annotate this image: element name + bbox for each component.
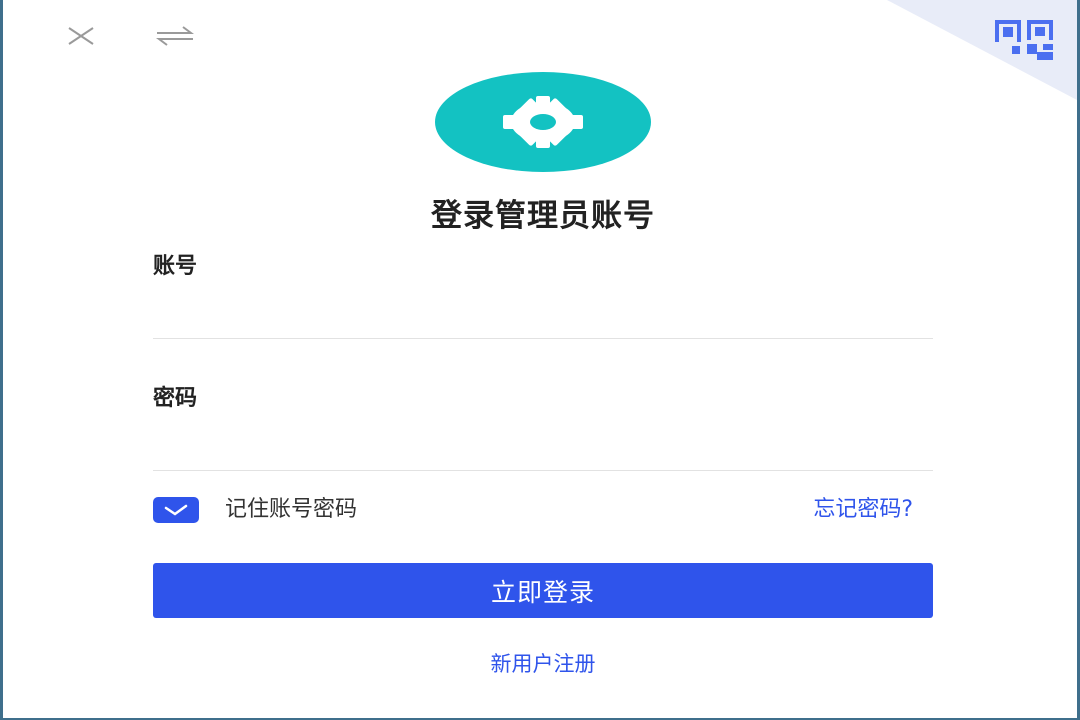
forgot-password-link[interactable]: 忘记密码? [813,494,913,526]
qr-login-toggle[interactable] [887,0,1077,100]
remember-label: 记住账号密码 [225,497,358,522]
gear-icon [503,96,583,148]
password-input[interactable] [153,430,933,471]
swap-arrows-icon [156,26,194,46]
close-icon [68,27,94,45]
account-input[interactable] [153,298,933,339]
register-link[interactable]: 新用户注册 [3,648,1077,678]
password-label: 密码 [153,386,198,411]
login-window: 登录管理员账号 账号 密码 记住账号密码 忘记密码? 立即登录 新用户注册 [0,0,1080,720]
password-field-group: 密码 [153,382,933,471]
remember-row: 记住账号密码 忘记密码? [153,494,933,526]
login-button[interactable]: 立即登录 [153,563,933,618]
remember-checkbox[interactable] [153,497,199,523]
switch-account-button[interactable] [153,18,197,54]
account-label: 账号 [153,254,198,279]
page-title: 登录管理员账号 [431,198,655,234]
close-button[interactable] [59,18,103,54]
admin-logo [435,72,651,172]
checkmark-icon [164,504,188,516]
account-field-group: 账号 [153,250,933,339]
qr-code-icon [887,0,1077,100]
